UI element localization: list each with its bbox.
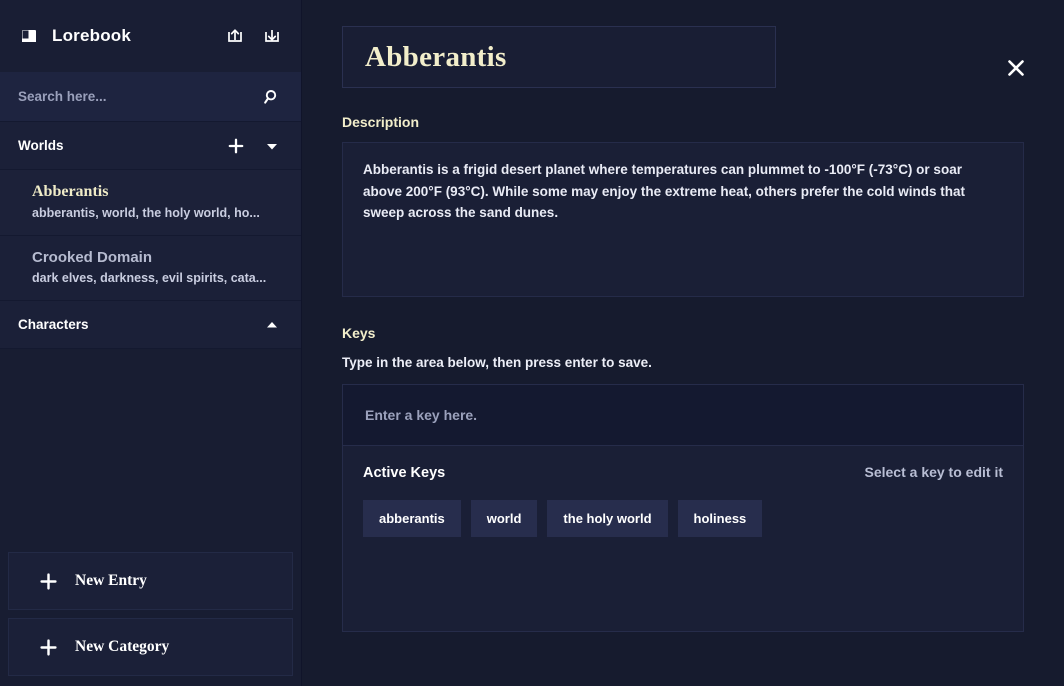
search-icon[interactable] — [261, 86, 283, 108]
category-label: Worlds — [18, 138, 225, 153]
description-field[interactable]: Abberantis is a frigid desert planet whe… — [342, 142, 1024, 297]
key-chip[interactable]: the holy world — [547, 500, 667, 537]
entry-title: Crooked Domain — [32, 249, 283, 266]
keys-hint: Type in the area below, then press enter… — [342, 355, 1024, 370]
key-chip[interactable]: world — [471, 500, 538, 537]
key-input-field[interactable]: Enter a key here. — [342, 384, 1024, 446]
lorebook-app: Lorebook — [0, 0, 1064, 686]
category-header-worlds[interactable]: Worlds — [0, 122, 301, 170]
sidebar-header: Lorebook — [0, 0, 301, 72]
key-input-placeholder: Enter a key here. — [365, 407, 477, 423]
entry-keys-preview: abberantis, world, the holy world, ho... — [32, 206, 283, 220]
search-input[interactable] — [18, 89, 261, 104]
book-icon — [18, 25, 40, 47]
key-chip[interactable]: abberantis — [363, 500, 461, 537]
category-actions — [225, 135, 283, 157]
keys-label: Keys — [342, 325, 1024, 341]
plus-icon — [37, 636, 59, 658]
category-label: Characters — [18, 317, 261, 332]
search-bar[interactable] — [0, 72, 301, 122]
entry-editor-panel: Abberantis Description Abberantis is a f… — [302, 0, 1064, 686]
entry-keys-preview: dark elves, darkness, evil spirits, cata… — [32, 271, 283, 285]
entry-title-value: Abberantis — [365, 41, 507, 74]
category-actions — [261, 314, 283, 336]
chevron-up-icon[interactable] — [261, 314, 283, 336]
close-icon[interactable] — [1002, 54, 1030, 82]
download-icon[interactable] — [261, 25, 283, 47]
plus-icon[interactable] — [225, 135, 247, 157]
active-keys-header: Active Keys Select a key to edit it — [363, 464, 1003, 481]
sidebar-entry-crooked-domain[interactable]: Crooked Domain dark elves, darkness, evi… — [0, 236, 301, 301]
plus-icon — [37, 570, 59, 592]
description-value: Abberantis is a frigid desert planet whe… — [363, 159, 1003, 224]
chevron-down-icon[interactable] — [261, 135, 283, 157]
app-title: Lorebook — [52, 26, 224, 46]
sidebar-footer: New Entry New Category — [0, 544, 301, 686]
category-header-characters[interactable]: Characters — [0, 301, 301, 349]
active-keys-panel: Active Keys Select a key to edit it abbe… — [342, 446, 1024, 632]
key-chip[interactable]: holiness — [678, 500, 763, 537]
new-entry-label: New Entry — [75, 572, 147, 590]
description-label: Description — [342, 114, 1024, 130]
active-keys-label: Active Keys — [363, 465, 445, 481]
sidebar-spacer — [0, 349, 301, 544]
active-keys-list: abberantis world the holy world holiness — [363, 500, 1003, 537]
sidebar-header-actions — [224, 25, 283, 47]
entry-title: Abberantis — [32, 183, 283, 201]
upload-icon[interactable] — [224, 25, 246, 47]
new-entry-button[interactable]: New Entry — [8, 552, 293, 610]
sidebar: Lorebook — [0, 0, 302, 686]
sidebar-entry-abberantis[interactable]: Abberantis abberantis, world, the holy w… — [0, 170, 301, 236]
active-keys-hint: Select a key to edit it — [865, 464, 1004, 480]
new-category-button[interactable]: New Category — [8, 618, 293, 676]
new-category-label: New Category — [75, 638, 169, 656]
entry-title-field[interactable]: Abberantis — [342, 26, 776, 88]
